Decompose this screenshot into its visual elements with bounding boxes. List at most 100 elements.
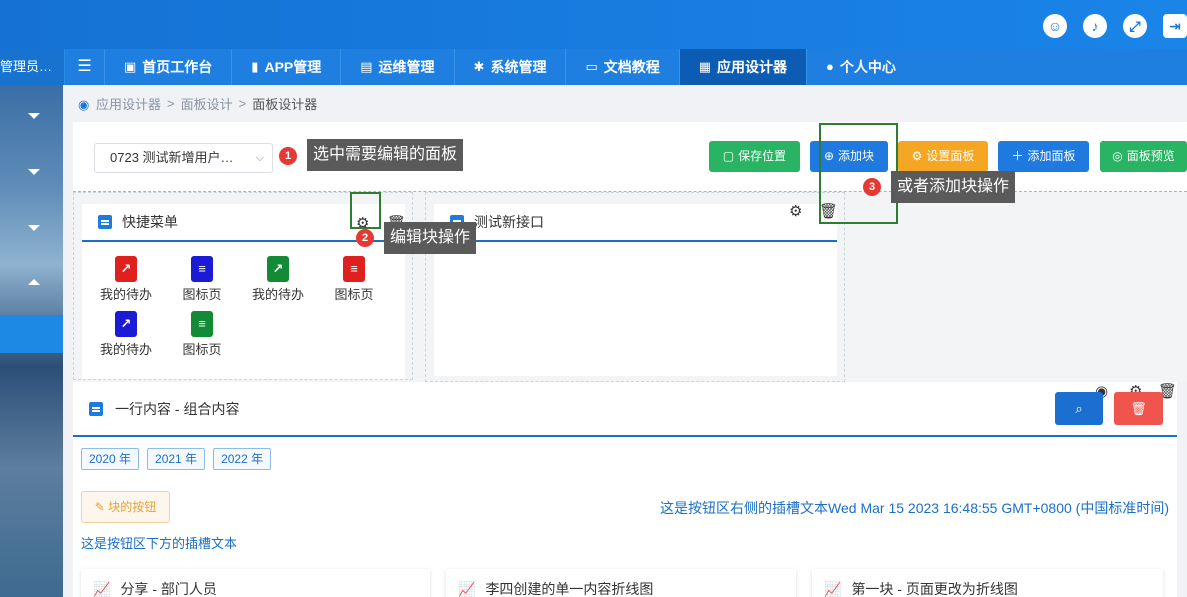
shortcut-item[interactable]: ↗ 我的待办 bbox=[240, 256, 316, 303]
panel-canvas: 快捷菜单 ↗ 我的待办 ≡ 图标页 ↗ 我的待办 ≡ 图标页 ↗ 我的待办 ≡ 图标页 ⚙ … bbox=[73, 192, 1187, 382]
chevron-down-icon[interactable] bbox=[28, 113, 40, 119]
search-button[interactable]: ⌕ bbox=[1055, 392, 1103, 425]
block-title: 一行内容 - 组合内容 bbox=[115, 400, 240, 417]
shortcut-label: 图标页 bbox=[182, 287, 222, 302]
nav-item-label: 应用设计器 bbox=[717, 59, 788, 75]
gear-icon[interactable]: ⚙ bbox=[789, 202, 802, 220]
shortcut-label: 我的待办 bbox=[99, 342, 152, 357]
trash-icon: 🗑 bbox=[1130, 401, 1147, 416]
block-header: 一行内容 - 组合内容 bbox=[73, 382, 1177, 437]
bell-icon[interactable]: ♪ bbox=[1083, 14, 1107, 38]
panel-select-value: 0723 测试新增用户… bbox=[110, 150, 234, 165]
combined-content-block: 一行内容 - 组合内容 ◉ ⚙ 🗑 ⌕ 🗑 2020 年 2021 年 2022… bbox=[73, 382, 1177, 597]
button-label: 块的按钮 bbox=[108, 500, 157, 514]
chart-icon: 📈 bbox=[824, 580, 842, 597]
nav-item-designer[interactable]: ▦ 应用设计器 bbox=[678, 49, 807, 85]
highlight-box-gear bbox=[350, 192, 381, 229]
breadcrumb-separator: > bbox=[167, 96, 175, 111]
sidebar-active-item[interactable] bbox=[0, 315, 63, 353]
chevron-down-icon[interactable] bbox=[28, 225, 40, 231]
user-icon: ● bbox=[826, 59, 834, 74]
search-icon: ⌕ bbox=[1075, 401, 1083, 416]
designer-toolbar: 0723 测试新增用户… ⌵ ▢ 保存位置 ⊕ 添加块 ⚙ 设置面板 ＋添加面板 ◎ 面… bbox=[73, 122, 1187, 192]
sub-block-card[interactable]: 📈 分享 - 部门人员 bbox=[81, 569, 430, 597]
nav-item-profile[interactable]: ● 个人中心 bbox=[806, 49, 915, 85]
clipboard-icon: ▤ bbox=[360, 59, 373, 74]
sub-block-title: 分享 - 部门人员 bbox=[120, 581, 217, 597]
breadcrumb-item[interactable]: 应用设计器 bbox=[96, 94, 161, 113]
document-icon bbox=[98, 215, 112, 229]
nav-item-label: 文档教程 bbox=[603, 59, 660, 75]
shortcut-item[interactable]: ≡ 图标页 bbox=[316, 256, 392, 303]
step-badge-2: 2 bbox=[356, 229, 374, 247]
save-position-button[interactable]: ▢ 保存位置 bbox=[709, 141, 800, 172]
breadcrumb-current: 面板设计器 bbox=[252, 97, 318, 112]
shortcut-item[interactable]: ↗ 我的待办 bbox=[88, 256, 164, 303]
nav-item-ops[interactable]: ▤ 运维管理 bbox=[340, 49, 453, 85]
annotation-label-1: 选中需要编辑的面板 bbox=[307, 139, 464, 171]
fullscreen-icon[interactable]: ⤢ bbox=[1123, 14, 1147, 38]
menu-toggle-icon[interactable]: ☰ bbox=[64, 49, 104, 85]
chart-icon: 📈 bbox=[458, 580, 476, 597]
nav-item-label: 系统管理 bbox=[490, 59, 547, 75]
annotation-label-3: 或者添加块操作 bbox=[891, 171, 1016, 203]
breadcrumb-item[interactable]: 面板设计 bbox=[181, 94, 233, 113]
nav-item-app[interactable]: ▮ APP管理 bbox=[231, 49, 340, 85]
year-tag-group: 2020 年 2021 年 2022 年 bbox=[81, 448, 272, 470]
shortcut-grid: ↗ 我的待办 ≡ 图标页 ↗ 我的待办 ≡ 图标页 ↗ 我的待办 ≡ 图标页 bbox=[82, 242, 405, 358]
notebook-icon: ≡ bbox=[191, 256, 213, 282]
annotation-label-2: 编辑块操作 bbox=[384, 222, 477, 254]
current-user-label[interactable]: 管理员… bbox=[0, 49, 64, 85]
shortcut-item[interactable]: ↗ 我的待办 bbox=[88, 311, 164, 358]
arrow-out-icon: ↗ bbox=[115, 311, 137, 337]
shortcut-item[interactable]: ≡ 图标页 bbox=[164, 311, 240, 358]
nav-item-system[interactable]: ✱ 系统管理 bbox=[453, 49, 566, 85]
block-action-button[interactable]: ✎ 块的按钮 bbox=[81, 491, 170, 523]
chevron-up-icon[interactable] bbox=[28, 279, 40, 285]
test-api-block: 测试新接口 ⚙ 🗑 bbox=[434, 202, 838, 376]
left-sidebar bbox=[0, 85, 63, 597]
slot-right-text: 这是按钮区右侧的插槽文本Wed Mar 15 2023 16:48:55 GMT… bbox=[660, 500, 1169, 516]
notebook-icon: ≡ bbox=[191, 311, 213, 337]
sub-block-card[interactable]: 📈 第一块 - 页面更改为折线图 bbox=[812, 569, 1163, 597]
set-panel-button[interactable]: ⚙ 设置面板 bbox=[898, 141, 988, 172]
arrow-out-icon: ↗ bbox=[115, 256, 137, 282]
plus-icon: ＋ bbox=[1011, 149, 1024, 163]
footprint-icon[interactable]: ☺ bbox=[1043, 14, 1067, 38]
shortcut-label: 图标页 bbox=[334, 287, 374, 302]
nav-item-home[interactable]: ▣ 首页工作台 bbox=[104, 49, 231, 85]
year-tag[interactable]: 2022 年 bbox=[213, 448, 272, 470]
button-label: 设置面板 bbox=[926, 149, 975, 163]
year-tag[interactable]: 2020 年 bbox=[81, 448, 140, 470]
monitor-icon: ▣ bbox=[124, 59, 137, 74]
chevron-down-icon: ⌵ bbox=[255, 152, 264, 164]
eye-icon: ◎ bbox=[1112, 149, 1123, 163]
sub-block-title: 第一块 - 页面更改为折线图 bbox=[851, 581, 1018, 597]
sub-block-card[interactable]: 📈 李四创建的单一内容折线图 bbox=[446, 569, 796, 597]
main-navigation: 管理员… ☰ ▣ 首页工作台 ▮ APP管理 ▤ 运维管理 ✱ 系统管理 ▭ 文档教程 ▦… bbox=[0, 49, 1187, 85]
panel-select[interactable]: 0723 测试新增用户… ⌵ bbox=[94, 143, 273, 173]
pencil-icon: ✎ bbox=[94, 500, 105, 514]
shortcut-menu-block: 快捷菜单 ↗ 我的待办 ≡ 图标页 ↗ 我的待办 ≡ 图标页 ↗ 我的待办 ≡ 图标页 ⚙ … bbox=[82, 204, 406, 379]
add-panel-button[interactable]: ＋添加面板 bbox=[998, 141, 1089, 172]
year-tag[interactable]: 2021 年 bbox=[147, 448, 206, 470]
nav-item-docs[interactable]: ▭ 文档教程 bbox=[565, 49, 678, 85]
breadcrumb: ◉ 应用设计器 > 面板设计 > 面板设计器 bbox=[78, 94, 317, 113]
shortcut-item[interactable]: ≡ 图标页 bbox=[164, 256, 240, 303]
button-label: 保存位置 bbox=[738, 149, 787, 163]
chevron-down-icon[interactable] bbox=[28, 169, 40, 175]
shortcut-label: 图标页 bbox=[182, 342, 222, 357]
nav-item-label: APP管理 bbox=[264, 59, 322, 75]
notebook-icon: ≡ bbox=[343, 256, 365, 282]
button-label: 面板预览 bbox=[1126, 149, 1175, 163]
design-icon: ▦ bbox=[698, 59, 712, 74]
exit-icon[interactable]: ⇥ bbox=[1163, 14, 1187, 38]
button-label: 添加面板 bbox=[1027, 149, 1076, 163]
nav-item-label: 个人中心 bbox=[839, 59, 896, 75]
sub-block-title: 李四创建的单一内容折线图 bbox=[485, 581, 654, 597]
delete-button[interactable]: 🗑 bbox=[1114, 392, 1163, 425]
nav-item-label: 首页工作台 bbox=[142, 59, 213, 75]
panel-preview-button[interactable]: ◎ 面板预览 bbox=[1100, 141, 1187, 172]
chart-icon: 📈 bbox=[93, 580, 111, 597]
top-header-bar: ☺ ♪ ⤢ ⇥ bbox=[0, 0, 1187, 49]
